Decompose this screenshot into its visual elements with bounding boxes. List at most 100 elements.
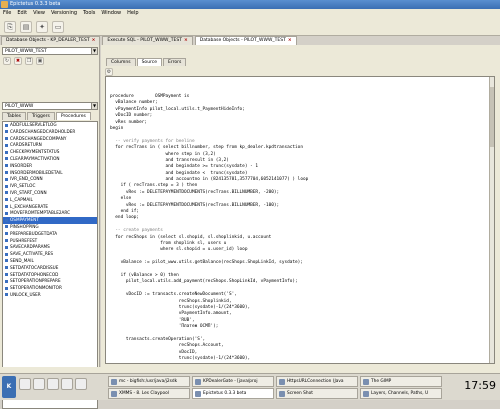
vertical-scrollbar[interactable]	[489, 77, 494, 363]
tab-pilot-www-objects[interactable]: Database Objects - PILOT_WWW_TEST ×	[194, 36, 297, 45]
task-label: Layers, Channels, Paths, U	[371, 391, 429, 396]
tab-label: Columns	[111, 60, 131, 65]
list-item[interactable]: SETDATATOCARDISSUE	[3, 265, 97, 272]
menu-versioning[interactable]: Versioning	[51, 9, 77, 18]
clock: 17:59	[464, 379, 496, 392]
task-gimp-layers[interactable]: Layers, Channels, Paths, U	[360, 388, 442, 399]
menubar: File Edit View Versioning Tools Window H…	[0, 9, 500, 18]
document-icon[interactable]: ▭	[52, 20, 64, 33]
compile-icon[interactable]: ⚙	[105, 67, 113, 76]
list-item[interactable]: CARDSCHANGEDCARDHOLDER	[3, 129, 97, 136]
delete-icon[interactable]: ✖	[14, 57, 22, 65]
list-item[interactable]: PREPAREBUDGETDATA	[3, 231, 97, 238]
task-label: XMMS - 8. Les Claypool	[119, 391, 169, 396]
browser-icon[interactable]	[47, 378, 59, 390]
list-item[interactable]: L_EXCHANGERATE	[3, 204, 97, 211]
list-item[interactable]: CARDSCHANGEDCOMPANY	[3, 136, 97, 143]
task-xmms[interactable]: XMMS - 8. Les Claypool	[108, 388, 190, 399]
desktop-pager-icon[interactable]	[75, 378, 87, 390]
mail-icon[interactable]	[61, 378, 73, 390]
app-icon	[1, 1, 8, 8]
menu-help[interactable]: Help	[127, 9, 138, 18]
code-line: trunc(sysdate)-1/(24*3600),	[110, 356, 251, 362]
k-menu-button[interactable]: K	[2, 376, 16, 398]
list-item[interactable]: IVR_START_CONN	[3, 190, 97, 197]
database-icon[interactable]: ▤	[20, 20, 32, 33]
list-item[interactable]: SAVECARDPARAMS	[3, 244, 97, 251]
list-item[interactable]: OSMPAYMENT	[3, 217, 97, 224]
task-label: KPDealerGate - [java/proj	[203, 379, 258, 384]
close-icon[interactable]: ×	[184, 37, 188, 45]
tab-label: Database Objects - KP_DEALER_TEST	[6, 38, 90, 43]
list-item[interactable]: IVR_SETLOC	[3, 183, 97, 190]
tab-source[interactable]: Source	[136, 58, 163, 66]
task-kpdealergate[interactable]: KPDealerGate - [java/proj	[192, 376, 274, 387]
task-screenshot[interactable]: Screen Shot	[276, 388, 358, 399]
connect-icon[interactable]: ⎘	[4, 20, 16, 33]
list-item[interactable]: CARDSRETURN	[3, 142, 97, 149]
procedure-list[interactable]: ADDFULLSERVLETLOG CARDSCHANGEDCARDHOLDER C…	[2, 121, 98, 409]
schema-select[interactable]: PILOT_WWW ▼	[2, 102, 98, 110]
tab-tables[interactable]: Tables	[2, 112, 26, 120]
task-mc[interactable]: mc - bigfish:/usr/java/j2sdk	[108, 376, 190, 387]
editor-toolbar: ⚙	[105, 67, 495, 76]
task-label: Epictetus 0.3.3 beta	[203, 391, 247, 396]
close-icon[interactable]: ×	[288, 37, 292, 45]
object-type-tabs: Tables Triggers Procedures	[2, 112, 91, 120]
list-item[interactable]: SETOPERATIONPREPARE	[3, 278, 97, 285]
schema-value: PILOT_WWW	[5, 104, 34, 109]
list-item[interactable]: UNLOCK_USER	[3, 292, 97, 299]
tab-errors[interactable]: Errors	[163, 58, 187, 66]
window-titlebar[interactable]: Epictetus 0.3.3 beta	[0, 0, 500, 9]
source-editor[interactable]: procedure OSMPayment is vBalance number;…	[105, 76, 495, 364]
terminal-icon[interactable]	[33, 378, 45, 390]
menu-tools[interactable]: Tools	[83, 9, 95, 18]
list-item[interactable]: SETOPERATIONMONITOR	[3, 285, 97, 292]
list-item[interactable]: INSORDER	[3, 163, 97, 170]
chevron-down-icon: ▼	[91, 103, 97, 109]
menu-edit[interactable]: Edit	[17, 9, 27, 18]
tab-label: Procedures	[60, 114, 86, 119]
task-httpsurlconnection[interactable]: HttpsURLConnection (Java	[276, 376, 358, 387]
task-label: The GIMP	[371, 379, 392, 384]
list-item[interactable]: MOVEFROMTEMPTABLE2ARC	[3, 210, 97, 217]
taskbar: K mc - bigfish:/usr/java/j2sdk KPDealerG…	[0, 373, 500, 400]
close-icon[interactable]: ×	[92, 37, 96, 45]
copy-icon[interactable]: ❐	[25, 57, 33, 65]
scrollbar-thumb[interactable]	[490, 87, 494, 147]
chevron-down-icon: ▼	[91, 48, 97, 54]
tab-columns[interactable]: Columns	[106, 58, 136, 66]
menu-view[interactable]: View	[33, 9, 45, 18]
list-item[interactable]: SAVE_ACTIVATE_RES	[3, 251, 97, 258]
tab-kp-dealer-objects[interactable]: Database Objects - KP_DEALER_TEST ×	[1, 36, 101, 45]
list-item[interactable]: PUSHREFEST	[3, 238, 97, 245]
connection-select[interactable]: PILOT_WWW_TEST ▼	[2, 47, 98, 55]
task-gimp[interactable]: The GIMP	[360, 376, 442, 387]
list-item[interactable]: INSORDERMOBILEDETAIL	[3, 170, 97, 177]
tab-execute-sql[interactable]: Execute SQL - PILOT_WWW_TEST ×	[102, 36, 193, 45]
editor-subtabs: Columns Source Errors	[106, 58, 187, 66]
list-item[interactable]: L_CAPMAIL	[3, 197, 97, 204]
list-item[interactable]: CHECKPAYMENTSTATUS	[3, 149, 97, 156]
list-item[interactable]: SETDATATOPHONECOD	[3, 272, 97, 279]
document-tabbar: Database Objects - KP_DEALER_TEST × Execu…	[0, 36, 500, 45]
task-label: mc - bigfish:/usr/java/j2sdk	[119, 379, 178, 384]
lightbulb-icon[interactable]: ✦	[36, 20, 48, 33]
window-title: Epictetus 0.3.3 beta	[10, 1, 61, 7]
list-item[interactable]: CLEARPAYMACTIVATION	[3, 156, 97, 163]
home-icon[interactable]	[19, 378, 31, 390]
tab-label: Errors	[168, 60, 182, 65]
menu-window[interactable]: Window	[101, 9, 121, 18]
tab-procedures[interactable]: Procedures	[55, 112, 91, 120]
list-item[interactable]: ADDFULLSERVLETLOG	[3, 122, 97, 129]
tab-triggers[interactable]: Triggers	[26, 112, 55, 120]
tab-label: Source	[141, 60, 158, 65]
task-epictetus[interactable]: Epictetus 0.3.3 beta	[192, 388, 274, 399]
list-item[interactable]: IVR_END_CONN	[3, 176, 97, 183]
save-icon[interactable]: ▣	[36, 57, 44, 65]
menu-file[interactable]: File	[3, 9, 11, 18]
refresh-icon[interactable]: ↻	[3, 57, 11, 65]
list-item[interactable]: PINSHOPPING	[3, 224, 97, 231]
list-item[interactable]: SEND_MAIL	[3, 258, 97, 265]
connection-value: PILOT_WWW_TEST	[5, 49, 47, 54]
